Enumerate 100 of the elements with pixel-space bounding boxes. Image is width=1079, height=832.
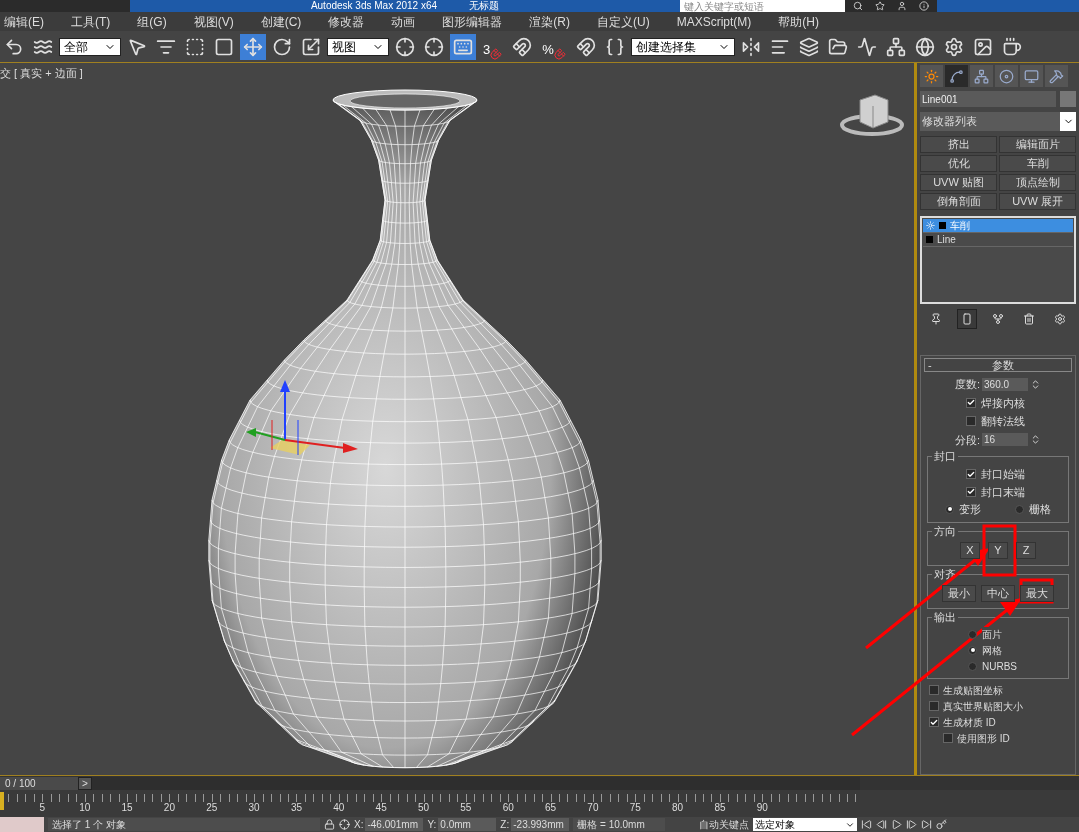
crosshair-icon[interactable]	[339, 819, 350, 830]
modifier-button[interactable]: 挤出	[920, 136, 997, 153]
align-button[interactable]: 最大	[1020, 584, 1054, 602]
toolbar-button[interactable]	[240, 33, 266, 60]
next-frame-icon[interactable]	[906, 819, 918, 830]
segments-field[interactable]: 16	[982, 433, 1029, 447]
toolbar-button[interactable]	[450, 33, 476, 60]
checkbox[interactable]	[943, 733, 953, 743]
panel-tab[interactable]	[995, 65, 1018, 87]
help-icon[interactable]	[919, 1, 929, 11]
menu-item[interactable]: 自定义(U)	[597, 12, 650, 31]
menu-item[interactable]: 编辑(E)	[4, 12, 44, 31]
panel-tab[interactable]	[945, 65, 968, 87]
viewport[interactable]: 交 [ 真实 + 边面 ]	[0, 63, 917, 775]
object-name-field[interactable]: Line001	[920, 91, 1056, 107]
degrees-field[interactable]: 360.0	[982, 377, 1029, 391]
search-icon[interactable]	[853, 1, 863, 11]
modifier-button[interactable]: 车削	[999, 155, 1076, 172]
key-filter-dropdown[interactable]: 选定对象	[753, 818, 858, 831]
stack-item-label: Line	[937, 233, 956, 247]
checkbox[interactable]	[966, 486, 976, 497]
frame-number: 80	[672, 803, 684, 813]
snap-toggle-button[interactable]: %	[538, 33, 570, 60]
checkbox[interactable]	[929, 717, 939, 727]
coordinate-field[interactable]: 0.0mm	[438, 818, 497, 831]
viewport-label[interactable]: 交 [ 真实 + 边面 ]	[0, 65, 83, 82]
radio-button[interactable]	[968, 661, 977, 671]
status-message: 选择了 1 个 对象	[48, 818, 320, 831]
stack-tool-button[interactable]	[956, 309, 977, 329]
checkbox[interactable]	[929, 701, 939, 711]
view-cube-drawing[interactable]	[840, 94, 904, 136]
star-icon[interactable]	[875, 1, 885, 11]
frame-number: 60	[502, 803, 514, 813]
go-to-start-icon[interactable]	[861, 819, 873, 830]
configure-icon	[1054, 313, 1067, 325]
key-icon[interactable]	[936, 819, 948, 830]
time-slider-track[interactable]: 0 / 100 >	[0, 776, 860, 790]
menu-item[interactable]: 帮助(H)	[778, 12, 819, 31]
panel-tab[interactable]	[920, 65, 943, 87]
stack-item[interactable]: Line	[923, 233, 1073, 247]
curve-graph-icon	[856, 36, 877, 57]
radio-button[interactable]	[945, 504, 954, 514]
menu-item[interactable]: 工具(T)	[71, 12, 111, 31]
radio-button[interactable]	[968, 629, 977, 639]
menu-item[interactable]: 动画	[391, 12, 416, 31]
snap-toggle-button[interactable]: 3	[479, 33, 507, 60]
next-frame-button[interactable]: >	[78, 776, 92, 790]
align-button[interactable]: 中心	[981, 584, 1015, 602]
go-to-end-icon[interactable]	[921, 819, 933, 830]
person-icon[interactable]	[897, 1, 907, 11]
modifier-button[interactable]: 顶点绘制	[999, 174, 1076, 191]
previous-frame-icon[interactable]	[876, 819, 888, 830]
modifier-button[interactable]: 编辑面片	[999, 136, 1076, 153]
track-bar[interactable]: 5 10 15 20 25 30 35 40 45 50 55 60 65 70 75 80 85 90	[0, 790, 1079, 817]
stack-item-label: 车削	[950, 219, 970, 233]
menu-item[interactable]: 渲染(R)	[529, 12, 570, 31]
panel-tab[interactable]	[970, 65, 993, 87]
rollout-title: 参数	[990, 357, 1015, 373]
axis-button[interactable]: X	[960, 541, 980, 559]
magnet-icon	[490, 47, 503, 60]
panel-tab[interactable]	[1045, 65, 1068, 87]
menu-item[interactable]: MAXScript(M)	[676, 12, 752, 31]
menu-item[interactable]: 创建(C)	[260, 12, 302, 31]
panel-tab[interactable]	[1020, 65, 1043, 87]
radio-button[interactable]	[968, 645, 977, 655]
axis-button[interactable]: Z	[1016, 541, 1036, 559]
checkbox-label: 真实世界贴图大小	[943, 699, 1023, 714]
menu-item[interactable]: 组(G)	[137, 12, 167, 31]
time-slider-thumb[interactable]: 0 / 100	[0, 776, 78, 790]
align-button[interactable]: 最小	[942, 584, 976, 602]
menu-item[interactable]: 修改器	[328, 12, 365, 31]
modifier-button[interactable]: UVW 贴图	[920, 174, 997, 191]
modifier-button[interactable]: 倒角剖面	[920, 193, 997, 210]
checkbox[interactable]	[966, 397, 976, 408]
modifier-button[interactable]: UVW 展开	[999, 193, 1076, 210]
axis-button[interactable]: Y	[988, 541, 1008, 559]
search-field[interactable]: 键入关键字或短语	[680, 0, 845, 12]
coordinate-field[interactable]: -23.993mm	[511, 818, 570, 831]
crosshair-icon	[395, 36, 415, 57]
field-label: 分段:	[954, 432, 981, 448]
menu-item[interactable]: 视图(V)	[193, 12, 234, 31]
modifier-button[interactable]: 优化	[920, 155, 997, 172]
dropdown[interactable]: 视图	[327, 37, 389, 56]
checkbox-label: 使用图形 ID	[957, 731, 1010, 746]
group-title: 输出	[932, 609, 958, 624]
checkbox-label: 生成材质 ID	[943, 715, 996, 730]
transform-gizmo-drawing[interactable]	[246, 380, 358, 456]
checkbox[interactable]	[966, 469, 976, 480]
checkbox[interactable]	[929, 685, 939, 695]
checkbox[interactable]	[966, 416, 976, 427]
dropdown[interactable]: 创建选择集	[630, 37, 735, 56]
menu-item[interactable]: 图形编辑器	[442, 12, 503, 31]
coordinate-field[interactable]: -46.001mm	[365, 818, 424, 831]
lock-icon[interactable]	[324, 819, 335, 830]
play-icon[interactable]	[891, 819, 903, 830]
rollout-header[interactable]: - 参数	[924, 358, 1072, 372]
radio-button[interactable]	[1015, 504, 1024, 514]
modifier-list-dropdown[interactable]: 修改器列表	[920, 112, 1076, 131]
dropdown[interactable]: 全部	[59, 37, 121, 56]
color-swatch[interactable]	[1060, 91, 1076, 107]
